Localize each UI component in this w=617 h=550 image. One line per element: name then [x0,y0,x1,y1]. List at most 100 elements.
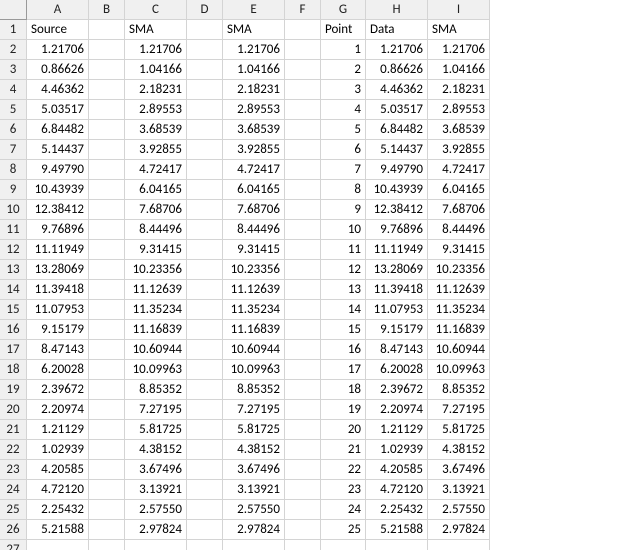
cell-B13[interactable] [89,260,125,280]
cell-I20[interactable]: 7.27195 [428,400,490,420]
cell-D22[interactable] [187,440,223,460]
cell-H20[interactable]: 2.20974 [366,400,428,420]
cell-E3[interactable]: 1.04166 [223,60,285,80]
cell-B6[interactable] [89,120,125,140]
cell-D20[interactable] [187,400,223,420]
col-header-F[interactable]: F [285,0,321,20]
cell-H13[interactable]: 13.28069 [366,260,428,280]
cell-B5[interactable] [89,100,125,120]
cell-A9[interactable]: 10.43939 [27,180,89,200]
cell-H4[interactable]: 4.46362 [366,80,428,100]
cell-A1[interactable]: Source [27,20,89,40]
row-header-13[interactable]: 13 [0,260,27,280]
cell-G15[interactable]: 14 [321,300,366,320]
cell-I3[interactable]: 1.04166 [428,60,490,80]
row-header-1[interactable]: 1 [0,20,27,40]
cell-I7[interactable]: 3.92855 [428,140,490,160]
cell-A6[interactable]: 6.84482 [27,120,89,140]
cell-D2[interactable] [187,40,223,60]
cell-D10[interactable] [187,200,223,220]
cell-I12[interactable]: 9.31415 [428,240,490,260]
col-header-E[interactable]: E [223,0,285,20]
cell-E2[interactable]: 1.21706 [223,40,285,60]
cell-F15[interactable] [285,300,321,320]
cell-I14[interactable]: 11.12639 [428,280,490,300]
cell-G2[interactable]: 1 [321,40,366,60]
col-header-I[interactable]: I [428,0,490,20]
cell-C15[interactable]: 11.35234 [125,300,187,320]
cell-A13[interactable]: 13.28069 [27,260,89,280]
cell-D21[interactable] [187,420,223,440]
cell-I25[interactable]: 2.57550 [428,500,490,520]
cell-B9[interactable] [89,180,125,200]
cell-C23[interactable]: 3.67496 [125,460,187,480]
cell-G3[interactable]: 2 [321,60,366,80]
cell-H11[interactable]: 9.76896 [366,220,428,240]
col-header-D[interactable]: D [187,0,223,20]
cell-H18[interactable]: 6.20028 [366,360,428,380]
cell-F24[interactable] [285,480,321,500]
cell-E24[interactable]: 3.13921 [223,480,285,500]
row-header-10[interactable]: 10 [0,200,27,220]
cell-D19[interactable] [187,380,223,400]
cell-B22[interactable] [89,440,125,460]
cell-C20[interactable]: 7.27195 [125,400,187,420]
cell-G27[interactable] [321,540,366,550]
cell-D13[interactable] [187,260,223,280]
cell-E6[interactable]: 3.68539 [223,120,285,140]
cell-E5[interactable]: 2.89553 [223,100,285,120]
cell-E27[interactable] [223,540,285,550]
cell-H5[interactable]: 5.03517 [366,100,428,120]
cell-D26[interactable] [187,520,223,540]
cell-C5[interactable]: 2.89553 [125,100,187,120]
cell-E17[interactable]: 10.60944 [223,340,285,360]
cell-E13[interactable]: 10.23356 [223,260,285,280]
cell-I9[interactable]: 6.04165 [428,180,490,200]
cell-E7[interactable]: 3.92855 [223,140,285,160]
cell-E9[interactable]: 6.04165 [223,180,285,200]
cell-F21[interactable] [285,420,321,440]
row-header-26[interactable]: 26 [0,520,27,540]
cell-H14[interactable]: 11.39418 [366,280,428,300]
cell-F12[interactable] [285,240,321,260]
cell-I16[interactable]: 11.16839 [428,320,490,340]
cell-I15[interactable]: 11.35234 [428,300,490,320]
cell-A18[interactable]: 6.20028 [27,360,89,380]
cell-B19[interactable] [89,380,125,400]
cell-E20[interactable]: 7.27195 [223,400,285,420]
cell-I18[interactable]: 10.09963 [428,360,490,380]
cell-A20[interactable]: 2.20974 [27,400,89,420]
cell-H7[interactable]: 5.14437 [366,140,428,160]
cell-C7[interactable]: 3.92855 [125,140,187,160]
cell-G13[interactable]: 12 [321,260,366,280]
cell-E10[interactable]: 7.68706 [223,200,285,220]
row-header-8[interactable]: 8 [0,160,27,180]
cell-D4[interactable] [187,80,223,100]
cell-H8[interactable]: 9.49790 [366,160,428,180]
cell-C11[interactable]: 8.44496 [125,220,187,240]
row-header-17[interactable]: 17 [0,340,27,360]
row-header-21[interactable]: 21 [0,420,27,440]
cell-C8[interactable]: 4.72417 [125,160,187,180]
cell-D16[interactable] [187,320,223,340]
cell-C13[interactable]: 10.23356 [125,260,187,280]
cell-H1[interactable]: Data [366,20,428,40]
cell-A23[interactable]: 4.20585 [27,460,89,480]
cell-A10[interactable]: 12.38412 [27,200,89,220]
cell-H10[interactable]: 12.38412 [366,200,428,220]
cell-A26[interactable]: 5.21588 [27,520,89,540]
cell-D11[interactable] [187,220,223,240]
cell-A5[interactable]: 5.03517 [27,100,89,120]
cell-B15[interactable] [89,300,125,320]
cell-D15[interactable] [187,300,223,320]
cell-F20[interactable] [285,400,321,420]
cell-I27[interactable] [428,540,490,550]
cell-F27[interactable] [285,540,321,550]
cell-F2[interactable] [285,40,321,60]
col-header-H[interactable]: H [366,0,428,20]
cell-A3[interactable]: 0.86626 [27,60,89,80]
row-header-9[interactable]: 9 [0,180,27,200]
cell-I4[interactable]: 2.18231 [428,80,490,100]
cell-B23[interactable] [89,460,125,480]
cell-B8[interactable] [89,160,125,180]
